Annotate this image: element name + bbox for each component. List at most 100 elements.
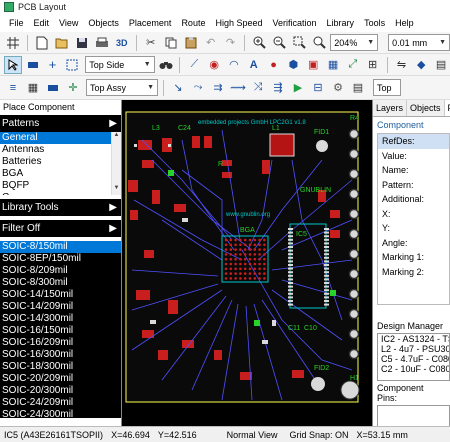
component-icon[interactable] (44, 79, 62, 97)
align-icon[interactable]: ▤ (432, 56, 450, 74)
side-select[interactable]: Top Side ▼ (85, 56, 155, 73)
zoom-out-icon[interactable] (270, 34, 288, 52)
list-item[interactable]: C2 - 10uF - C0805 (378, 364, 449, 374)
select-arrow-icon[interactable] (4, 55, 22, 74)
list-item[interactable]: SOIC-16/209mil (0, 337, 121, 349)
3d-view-button[interactable]: 3D (113, 34, 131, 52)
open-folder-icon[interactable] (53, 34, 71, 52)
new-file-icon[interactable] (33, 34, 51, 52)
zoom-select[interactable]: 204% ▼ (330, 34, 379, 51)
pcb-canvas[interactable]: embedded projects GmbH LPC2G1 v1.8 www.g… (122, 100, 372, 426)
zoom-window-icon[interactable] (290, 34, 308, 52)
prop-name[interactable]: Name: (378, 163, 449, 178)
report-icon[interactable]: ▤ (349, 79, 367, 97)
line-icon[interactable]: ↘ (169, 79, 187, 97)
dimension-icon[interactable]: ⊞ (364, 56, 382, 74)
paste-icon[interactable] (182, 34, 200, 52)
component-pins-list[interactable] (377, 405, 450, 426)
list-item[interactable]: SOIC-14/300mil (0, 313, 121, 325)
prop-marking-2[interactable]: Marking 2: (378, 265, 449, 280)
prop-refdes[interactable]: RefDes: (378, 134, 449, 149)
cross-icon[interactable]: + (44, 56, 62, 74)
polygon-icon[interactable]: ⬢ (284, 56, 302, 74)
menu-help[interactable]: Help (390, 18, 419, 28)
via-icon[interactable]: ● (265, 56, 283, 74)
component-icon[interactable] (24, 56, 42, 74)
menu-verification[interactable]: Verification (268, 18, 322, 28)
menu-view[interactable]: View (54, 18, 83, 28)
menu-high-speed[interactable]: High Speed (210, 18, 267, 28)
list-item[interactable]: BGA (0, 168, 121, 180)
save-icon[interactable] (73, 34, 91, 52)
list-item[interactable]: Batteries (0, 156, 121, 168)
length-icon[interactable]: ⟿ (229, 79, 247, 97)
prop-y[interactable]: Y: (378, 221, 449, 236)
binoculars-icon[interactable] (157, 56, 175, 74)
grid-select[interactable]: 0.01 mm ▼ (388, 34, 450, 51)
list-item[interactable]: C (0, 192, 121, 195)
bus-icon[interactable]: ⇶ (269, 79, 287, 97)
list-item[interactable]: SOIC-24/300mil (0, 409, 121, 418)
tab-properties[interactable]: Pr (444, 100, 450, 116)
tab-objects[interactable]: Objects (407, 100, 445, 116)
menu-tools[interactable]: Tools (359, 18, 390, 28)
assy-select[interactable]: Top Assy ▼ (86, 79, 158, 96)
prop-x[interactable]: X: (378, 207, 449, 222)
list-item[interactable]: SOIC-14/209mil (0, 301, 121, 313)
layers-icon[interactable]: ≡ (4, 79, 22, 97)
list-item[interactable]: C5 - 4.7uF - C0805 (378, 354, 449, 364)
prop-pattern[interactable]: Pattern: (378, 178, 449, 193)
pad-icon[interactable]: ▦ (324, 56, 342, 74)
list-item[interactable]: IC2 - AS1324 - TSO (378, 334, 449, 344)
cut-icon[interactable]: ✂ (142, 34, 160, 52)
undo-icon[interactable]: ↶ (202, 34, 220, 52)
tab-layers[interactable]: Layers (373, 100, 408, 116)
filter-header[interactable]: Filter Off ▶ (0, 220, 121, 237)
menu-library[interactable]: Library (322, 18, 360, 28)
top-layer-select[interactable]: Top (373, 79, 401, 96)
list-item[interactable]: SOIC-8/300mil (0, 277, 121, 289)
fanout-icon[interactable]: ⤨ (249, 79, 267, 97)
zoom-fit-icon[interactable] (310, 34, 328, 52)
table-icon[interactable]: ▦ (24, 79, 42, 97)
menu-file[interactable]: File (4, 18, 29, 28)
list-item[interactable]: SOIC-16/300mil (0, 349, 121, 361)
patterns-header[interactable]: Patterns ▶ (0, 115, 121, 132)
prop-marking-1[interactable]: Marking 1: (378, 250, 449, 265)
route-icon[interactable]: ⟋ (185, 56, 203, 74)
list-item[interactable]: SOIC-8/150mil (0, 241, 121, 253)
select-region-icon[interactable] (63, 56, 81, 74)
route-multi-icon[interactable]: ◉ (205, 56, 223, 74)
list-item[interactable]: SOIC-18/300mil (0, 361, 121, 373)
measure-icon[interactable]: ⤢ (344, 56, 362, 74)
run-icon[interactable]: ▶ (289, 79, 307, 97)
list-item[interactable]: SOIC-20/209mil (0, 373, 121, 385)
redo-icon[interactable]: ↷ (222, 34, 240, 52)
list-item[interactable]: L2 - 4u7 - PSU3014 (378, 344, 449, 354)
flip-icon[interactable]: ◆ (412, 56, 430, 74)
scroll-up-icon[interactable]: ▲ (112, 132, 121, 142)
zoom-in-icon[interactable] (250, 34, 268, 52)
snap-icon[interactable]: ✛ (64, 79, 82, 97)
list-item[interactable]: SOIC-20/300mil (0, 385, 121, 397)
copper-pour-icon[interactable]: ▣ (304, 56, 322, 74)
menu-route[interactable]: Route (176, 18, 210, 28)
prop-value[interactable]: Value: (378, 149, 449, 164)
text-icon[interactable]: A (245, 56, 263, 74)
grid-icon[interactable] (4, 34, 22, 52)
list-item[interactable]: SOIC-14/150mil (0, 289, 121, 301)
list-item[interactable]: BQFP (0, 180, 121, 192)
drc-icon[interactable]: ⊟ (309, 79, 327, 97)
scrollbar[interactable]: ▲ ▼ (111, 132, 121, 195)
library-tools-header[interactable]: Library Tools ▶ (0, 199, 121, 216)
list-item[interactable]: SOIC-16/150mil (0, 325, 121, 337)
list-item[interactable]: SOIC-24/209mil (0, 397, 121, 409)
menu-placement[interactable]: Placement (124, 18, 177, 28)
net-icon[interactable]: ⤳ (189, 79, 207, 97)
scroll-down-icon[interactable]: ▼ (112, 185, 121, 195)
settings-icon[interactable]: ⚙ (329, 79, 347, 97)
print-icon[interactable] (93, 34, 111, 52)
list-item[interactable]: SOIC-8/209mil (0, 265, 121, 277)
list-item[interactable]: General (0, 132, 121, 144)
menu-objects[interactable]: Objects (83, 18, 124, 28)
